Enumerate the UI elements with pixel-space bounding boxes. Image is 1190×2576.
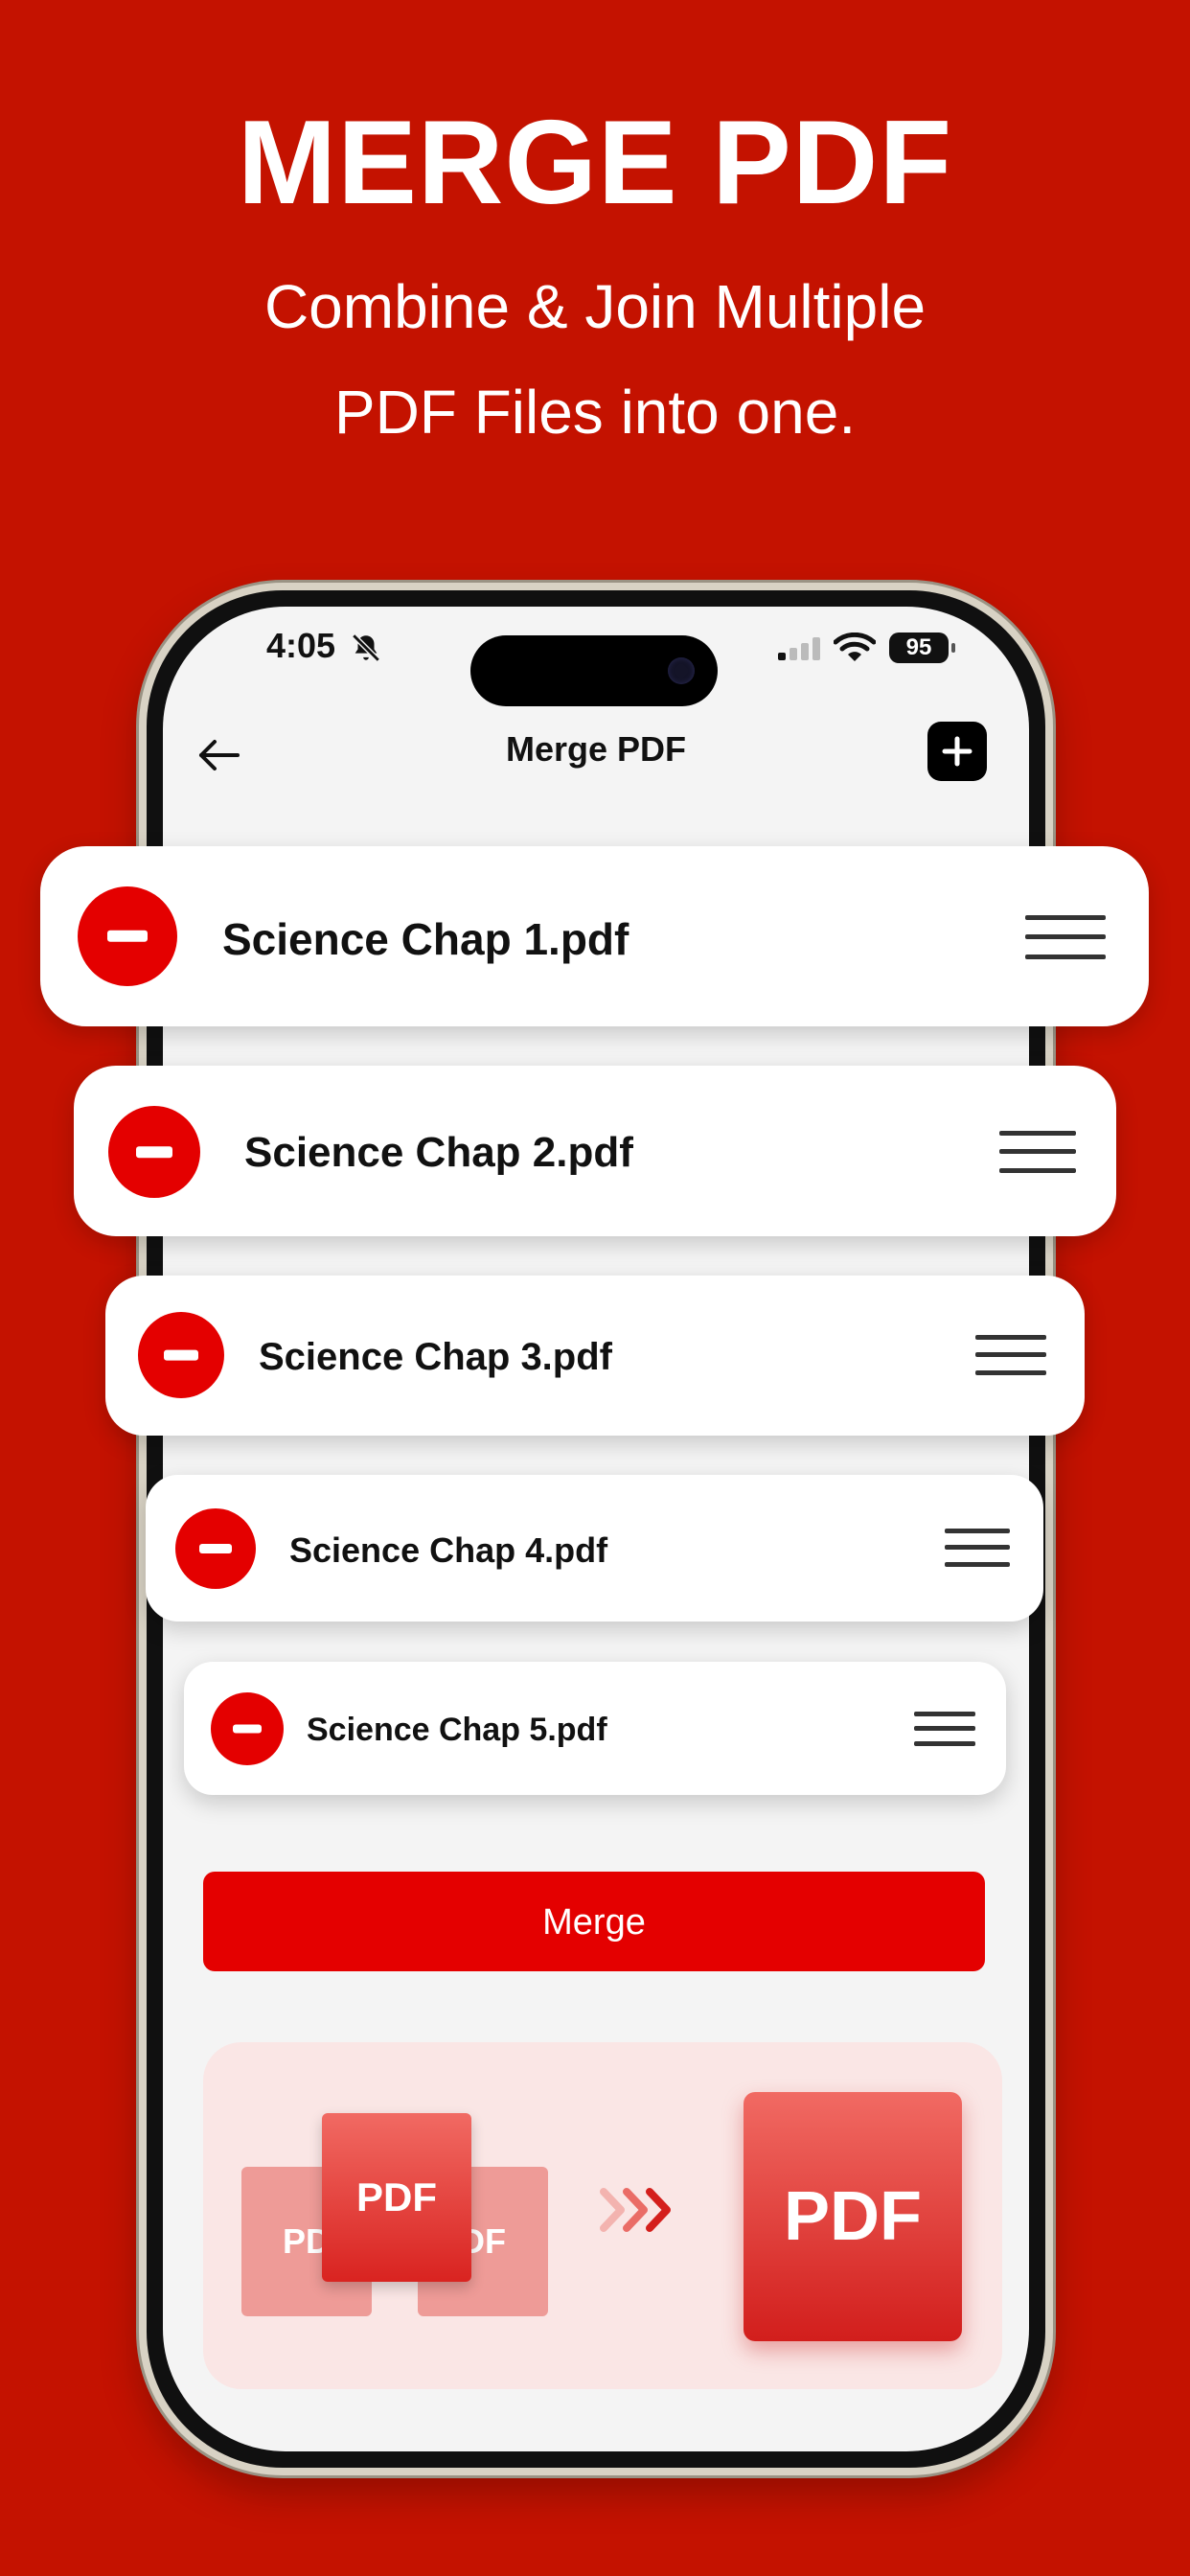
file-name: Science Chap 5.pdf <box>307 1712 607 1748</box>
file-name: Science Chap 1.pdf <box>222 914 629 964</box>
hero-title: MERGE PDF <box>237 97 953 229</box>
file-card[interactable]: Science Chap 1.pdf <box>40 846 1149 1026</box>
merge-button[interactable]: Merge <box>203 1872 985 1971</box>
drag-handle-icon[interactable] <box>1025 915 1106 959</box>
file-name: Science Chap 2.pdf <box>244 1129 633 1176</box>
signal-icon <box>778 637 820 660</box>
battery-indicator: 95 <box>889 632 949 663</box>
chevrons-right-icon <box>600 2188 671 2232</box>
merge-illustration: PD DF PDF PDF <box>203 2042 1002 2389</box>
hero-subtitle-line1: Combine & Join Multiple <box>263 272 927 341</box>
plus-icon <box>942 736 973 767</box>
camera-icon <box>668 657 695 684</box>
pdf-front: PDF <box>322 2113 471 2282</box>
battery-tip <box>951 643 955 653</box>
remove-icon[interactable] <box>108 1106 200 1198</box>
file-card[interactable]: Science Chap 2.pdf <box>74 1066 1116 1236</box>
file-name: Science Chap 4.pdf <box>289 1530 608 1570</box>
remove-icon[interactable] <box>211 1692 284 1765</box>
status-time: 4:05 <box>266 626 336 665</box>
remove-icon[interactable] <box>78 886 177 986</box>
file-card[interactable]: Science Chap 3.pdf <box>105 1276 1085 1436</box>
remove-icon[interactable] <box>138 1312 224 1398</box>
pdf-merged-result: PDF <box>744 2092 962 2341</box>
hero-subtitle-line2: PDF Files into one. <box>333 378 857 447</box>
file-card[interactable]: Science Chap 5.pdf <box>184 1662 1006 1795</box>
drag-handle-icon[interactable] <box>914 1712 975 1746</box>
page-title: Merge PDF <box>505 729 687 769</box>
dynamic-island <box>470 635 718 706</box>
wifi-icon <box>834 632 876 661</box>
drag-handle-icon[interactable] <box>945 1529 1010 1567</box>
drag-handle-icon[interactable] <box>975 1335 1046 1375</box>
file-name: Science Chap 3.pdf <box>259 1336 612 1378</box>
drag-handle-icon[interactable] <box>999 1131 1076 1173</box>
remove-icon[interactable] <box>175 1508 256 1589</box>
file-card[interactable]: Science Chap 4.pdf <box>146 1475 1043 1622</box>
bell-muted-icon <box>352 633 380 662</box>
add-file-button[interactable] <box>927 722 987 781</box>
